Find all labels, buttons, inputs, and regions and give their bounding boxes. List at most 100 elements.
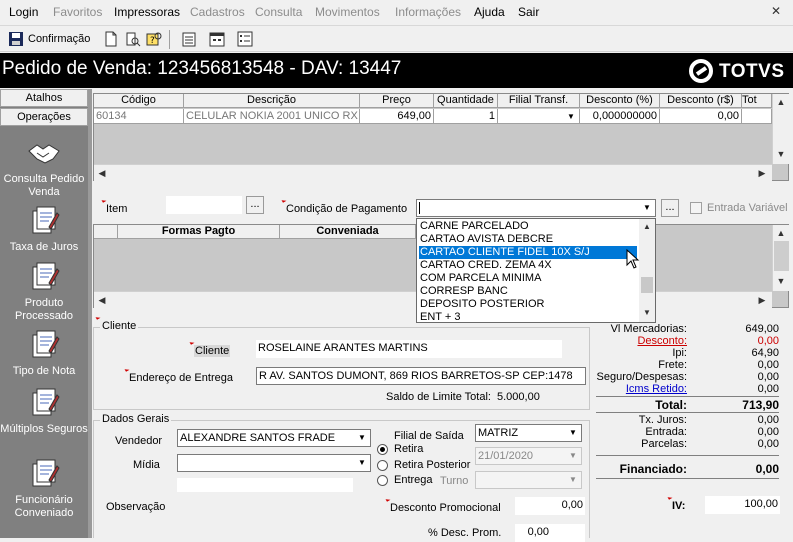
date-select[interactable]: 21/01/2020 ▼ xyxy=(475,447,582,465)
shortcut-funcionario-conveniado[interactable]: Funcionário Conveniado xyxy=(0,458,88,520)
cell-descricao[interactable]: CELULAR NOKIA 2001 UNICO RX xyxy=(184,109,360,124)
dropdown-option[interactable]: CORRESP BANC xyxy=(419,285,637,298)
scroll-down-icon[interactable]: ▼ xyxy=(773,273,789,289)
notes-icon[interactable] xyxy=(181,31,197,47)
scroll-thumb[interactable] xyxy=(641,277,653,293)
menu-login[interactable]: Login xyxy=(9,5,38,19)
entrada-variavel-checkbox[interactable] xyxy=(690,202,702,214)
products-vscrollbar[interactable]: ▲ ▼ xyxy=(772,94,789,164)
chevron-down-icon[interactable]: ▼ xyxy=(354,430,370,446)
retira-posterior-radio[interactable] xyxy=(377,460,388,471)
col-filial-transf[interactable]: Filial Transf. xyxy=(498,94,580,108)
scroll-right-icon[interactable]: ▶ xyxy=(754,292,770,308)
menu-cadastros[interactable]: Cadastros xyxy=(190,5,245,19)
calendar-icon[interactable] xyxy=(209,31,225,47)
scroll-down-icon[interactable]: ▼ xyxy=(639,305,655,321)
tab-atalhos[interactable]: Atalhos xyxy=(0,89,88,107)
col-desconto-rs[interactable]: Desconto (r$) xyxy=(660,94,742,108)
menu-movimentos[interactable]: Movimentos xyxy=(315,5,380,19)
dropdown-option[interactable]: CARTAO AVISTA DEBCRE xyxy=(419,233,637,246)
list-icon[interactable] xyxy=(237,31,253,47)
menu-ajuda[interactable]: Ajuda xyxy=(474,5,505,19)
scroll-up-icon[interactable]: ▲ xyxy=(773,94,789,110)
iv-input[interactable]: 100,00 xyxy=(705,496,780,514)
menu-favoritos[interactable]: Favoritos xyxy=(53,5,102,19)
document-search-icon[interactable] xyxy=(125,31,141,47)
chevron-down-icon[interactable]: ▼ xyxy=(565,472,581,488)
scroll-up-icon[interactable]: ▲ xyxy=(639,219,655,235)
item-lookup-button[interactable]: ... xyxy=(246,196,264,214)
col-formas-pagto[interactable]: Formas Pagto xyxy=(118,225,280,239)
filial-saida-select[interactable]: MATRIZ ▼ xyxy=(475,424,582,442)
cell-quantidade[interactable]: 1 xyxy=(434,109,498,124)
col-codigo[interactable]: Código xyxy=(94,94,184,108)
scroll-left-icon[interactable]: ◀ xyxy=(94,165,110,181)
menu-sair[interactable]: Sair xyxy=(518,5,539,19)
chevron-down-icon[interactable]: ▼ xyxy=(639,200,655,216)
dropdown-option[interactable]: CARTAO CRED. ZEMA 4X xyxy=(419,259,637,272)
chevron-down-icon[interactable]: ▼ xyxy=(563,109,579,123)
icms-retido-link[interactable]: Icms Retido: xyxy=(626,383,687,396)
payments-vscrollbar[interactable]: ▲ ▼ xyxy=(772,225,789,291)
turno-select[interactable]: ▼ xyxy=(475,471,582,489)
menu-impressoras[interactable]: Impressoras xyxy=(114,5,180,19)
confirmacao-button[interactable]: Confirmação xyxy=(28,33,90,45)
endereco-entrega-select[interactable]: R AV. SANTOS DUMONT, 869 RIOS BARRETOS-S… xyxy=(256,367,586,385)
total-row-parcelas: Parcelas: 0,00 xyxy=(596,438,779,451)
dropdown-option[interactable]: CARNE PARCELADO xyxy=(419,220,637,233)
cell-codigo[interactable]: 60134 xyxy=(94,109,184,124)
scroll-thumb[interactable] xyxy=(774,241,789,271)
panel-splitter[interactable] xyxy=(88,89,92,538)
desconto-promocional-input[interactable]: 0,00 xyxy=(515,497,585,515)
cell-desconto-rs[interactable]: 0,00 xyxy=(660,109,742,124)
dropdown-option[interactable]: COM PARCELA MINIMA xyxy=(419,272,637,285)
item-input[interactable] xyxy=(166,196,242,214)
condicao-pagamento-dropdown[interactable]: CARNE PARCELADO CARTAO AVISTA DEBCRE CAR… xyxy=(416,218,656,323)
midia-select[interactable]: ▼ xyxy=(177,454,371,472)
scroll-left-icon[interactable]: ◀ xyxy=(94,292,110,308)
dropdown-option[interactable]: ENT + 3 xyxy=(419,311,637,324)
col-total[interactable]: Tot xyxy=(742,94,772,108)
cell-preco[interactable]: 649,00 xyxy=(360,109,434,124)
chevron-down-icon[interactable]: ▼ xyxy=(565,425,581,441)
new-document-icon[interactable] xyxy=(103,31,119,47)
condicao-pagamento-select[interactable]: ▼ xyxy=(416,199,656,217)
dropdown-option[interactable]: DEPOSITO POSTERIOR xyxy=(419,298,637,311)
tab-operacoes[interactable]: Operações xyxy=(0,108,88,126)
scroll-up-icon[interactable]: ▲ xyxy=(773,225,789,241)
col-desconto-perc[interactable]: Desconto (%) xyxy=(580,94,660,108)
col-quantidade[interactable]: Quantidade xyxy=(434,94,498,108)
retira-radio[interactable] xyxy=(377,444,388,455)
col-preco[interactable]: Preço xyxy=(360,94,434,108)
condicao-lookup-button[interactable]: ... xyxy=(661,199,679,217)
shortcut-taxa-juros[interactable]: Taxa de Juros xyxy=(0,205,88,254)
close-icon[interactable]: ✕ xyxy=(768,3,784,19)
cliente-input[interactable]: ROSELAINE ARANTES MARTINS xyxy=(256,340,562,358)
chevron-down-icon[interactable]: ▼ xyxy=(354,455,370,471)
midia-detail-input[interactable] xyxy=(177,478,353,492)
cell-total[interactable] xyxy=(742,109,772,124)
shortcut-produto-processado[interactable]: Produto Processado xyxy=(0,261,88,323)
document-pen-icon xyxy=(32,330,60,358)
col-descricao[interactable]: Descrição xyxy=(184,94,360,108)
perc-desc-prom-input[interactable]: 0,00 xyxy=(515,524,585,542)
help-icon[interactable]: ? xyxy=(146,31,162,47)
cell-desconto-perc[interactable]: 0,000000000 xyxy=(580,109,660,124)
products-hscrollbar[interactable]: ◀ ▶ xyxy=(94,164,772,181)
vendedor-select[interactable]: ALEXANDRE SANTOS FRADE ▼ xyxy=(177,429,371,447)
save-icon[interactable] xyxy=(8,31,24,47)
scroll-down-icon[interactable]: ▼ xyxy=(773,146,789,162)
dropdown-scrollbar[interactable]: ▲ ▼ xyxy=(639,219,655,322)
menu-consulta[interactable]: Consulta xyxy=(255,5,302,19)
cell-filial-transf[interactable]: ▼ xyxy=(498,109,580,124)
shortcut-consulta-pedido-venda[interactable]: Consulta Pedido Venda xyxy=(0,137,88,199)
entrega-radio[interactable] xyxy=(377,475,388,486)
shortcut-tipo-nota[interactable]: Tipo de Nota xyxy=(0,329,88,378)
dropdown-option-selected[interactable]: CARTAO CLIENTE FIDEL 10X S/J xyxy=(419,246,637,259)
scroll-right-icon[interactable]: ▶ xyxy=(754,165,770,181)
menu-informacoes[interactable]: Informações xyxy=(395,5,461,19)
chevron-down-icon[interactable]: ▼ xyxy=(565,448,581,464)
title-bar: Pedido de Venda: 123456813548 - DAV: 134… xyxy=(0,53,793,88)
col-conveniada[interactable]: Conveniada xyxy=(280,225,416,239)
shortcut-multiplos-seguros[interactable]: Múltiplos Seguros xyxy=(0,387,88,436)
